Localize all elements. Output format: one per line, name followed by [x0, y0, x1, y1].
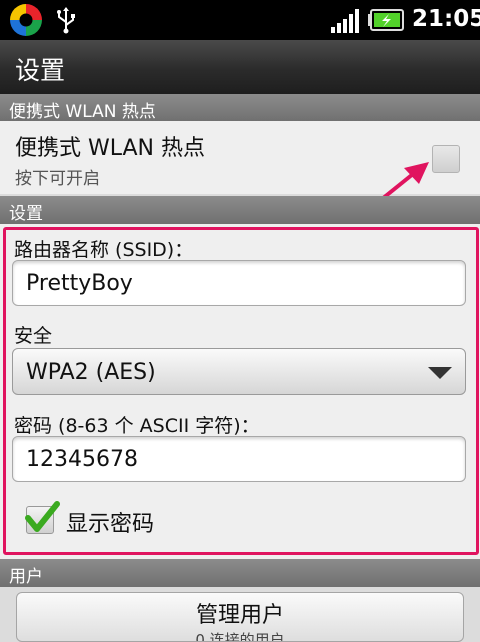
- security-label: 安全: [14, 325, 53, 347]
- battery-charging-icon: [368, 9, 404, 31]
- checkmark-icon: [25, 501, 60, 532]
- manage-users-label: 管理用户: [195, 603, 284, 628]
- ssid-label: 路由器名称 (SSID)：: [14, 239, 194, 261]
- security-select[interactable]: WPA2 (AES): [12, 348, 466, 395]
- status-bar: 21:05: [0, 0, 480, 40]
- hotspot-title: 便携式 WLAN 热点: [15, 136, 206, 161]
- app-logo-icon: [10, 4, 42, 36]
- manage-users-button[interactable]: 管理用户 0 连接的用户: [16, 592, 464, 642]
- section-header-hotspot: 便携式 WLAN 热点: [0, 94, 480, 122]
- show-password-label: 显示密码: [66, 512, 155, 537]
- section-header-settings: 设置: [0, 196, 480, 224]
- clock: 21:05: [412, 6, 480, 32]
- chevron-down-icon: [428, 367, 452, 379]
- section-header-users: 用户: [0, 559, 480, 587]
- password-input[interactable]: 12345678: [12, 436, 466, 482]
- security-select-value: WPA2 (AES): [26, 360, 156, 385]
- usb-icon: [57, 7, 75, 34]
- page-title: 设置: [15, 56, 66, 85]
- ssid-input[interactable]: PrettyBoy: [12, 260, 466, 306]
- hotspot-checkbox[interactable]: [432, 145, 460, 173]
- password-label: 密码 (8-63 个 ASCII 字符)：: [14, 415, 260, 437]
- hotspot-summary: 按下可开启: [15, 169, 100, 189]
- connected-users-count: 0 连接的用户: [195, 631, 285, 642]
- title-bar: 设置: [0, 40, 480, 94]
- signal-icon: [331, 9, 359, 33]
- show-password-toggle[interactable]: 显示密码: [25, 501, 226, 538]
